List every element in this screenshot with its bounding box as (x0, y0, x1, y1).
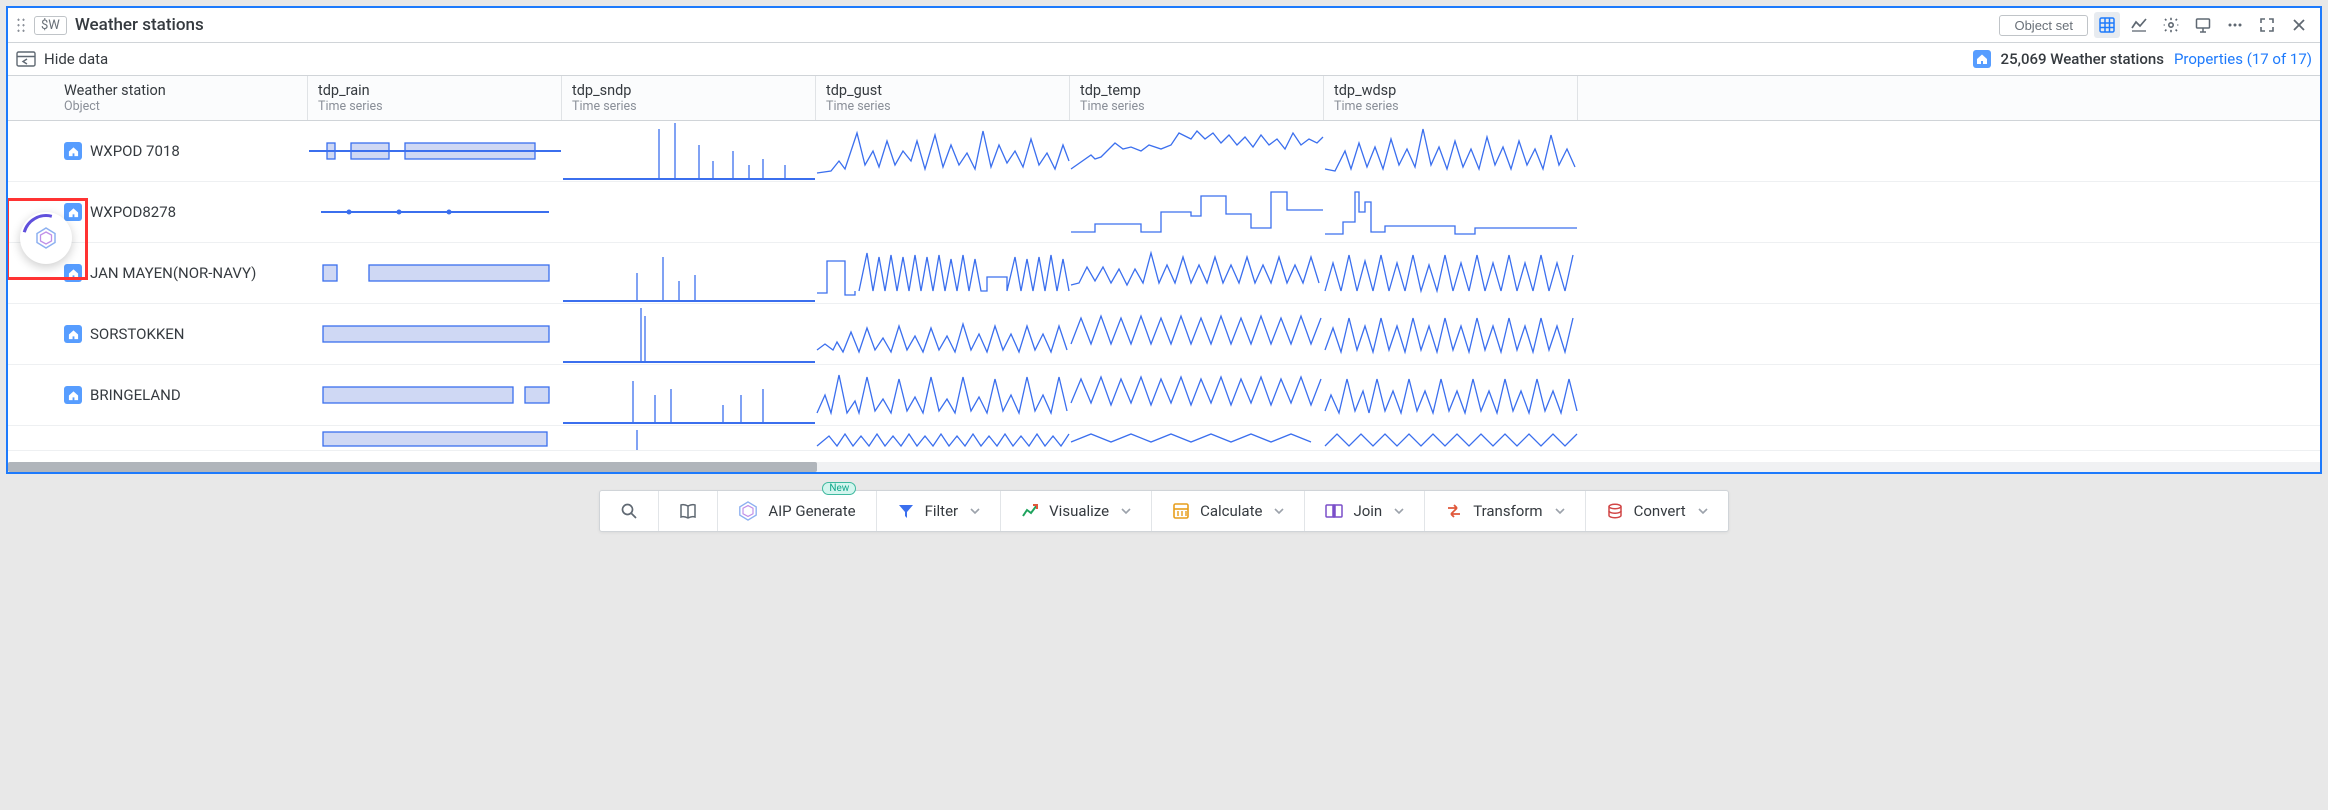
weather-stations-panel: $W Weather stations Object set (6, 6, 2322, 474)
properties-link[interactable]: Properties (17 of 17) (2174, 50, 2312, 68)
sparkline-wdsp (1324, 121, 1578, 181)
col-header-object[interactable]: Weather station Object (8, 76, 308, 120)
sparkline-rain (308, 304, 562, 364)
sparkline-temp (1070, 365, 1324, 425)
sparkline-gust (816, 304, 1070, 364)
row-name-cell: BRINGELAND (8, 365, 308, 425)
table-row[interactable]: JAN MAYEN(NOR-NAVY) (8, 243, 2320, 304)
sparkline-rain (308, 121, 562, 181)
sparkline-gust (816, 121, 1070, 181)
aip-icon (738, 501, 758, 521)
sparkline-gust (816, 426, 1070, 450)
sparkline-rain (308, 426, 562, 450)
row-name-cell: WXPOD 7018 (8, 121, 308, 181)
sparkline-sndp (562, 121, 816, 181)
col-header-sndp[interactable]: tdp_sndp Time series (562, 76, 816, 120)
chevron-down-icon (1274, 506, 1284, 516)
grid-view-icon[interactable] (2094, 12, 2120, 38)
home-icon (1973, 50, 1991, 68)
transform-icon (1445, 502, 1463, 520)
sparkline-wdsp (1324, 365, 1578, 425)
visualize-button[interactable]: Visualize (1001, 491, 1152, 531)
sparkline-gust (816, 182, 1070, 242)
action-toolbar: New AIP Generate Filter Visualize Calcul… (599, 490, 1728, 532)
sparkline-temp (1070, 182, 1324, 242)
object-count: 25,069 Weather stations (2001, 50, 2164, 68)
present-icon[interactable] (2190, 12, 2216, 38)
join-icon (1325, 502, 1343, 520)
book-button[interactable] (659, 491, 718, 531)
table-row[interactable] (8, 426, 2320, 451)
transform-button[interactable]: Transform (1425, 491, 1585, 531)
sparkline-wdsp (1324, 182, 1578, 242)
convert-icon (1606, 502, 1624, 520)
table-row[interactable]: WXPOD8278 (8, 182, 2320, 243)
chevron-down-icon (1698, 506, 1708, 516)
col-header-wdsp[interactable]: tdp_wdsp Time series (1324, 76, 1578, 120)
sparkline-rain (308, 243, 562, 303)
sparkline-gust (816, 365, 1070, 425)
aip-loading-badge[interactable] (14, 206, 78, 270)
calculate-icon (1172, 502, 1190, 520)
chart-view-icon[interactable] (2126, 12, 2152, 38)
sparkline-temp (1070, 121, 1324, 181)
sparkline-temp (1070, 243, 1324, 303)
chevron-down-icon (1394, 506, 1404, 516)
filter-button[interactable]: Filter (877, 491, 1002, 531)
chevron-down-icon (970, 506, 980, 516)
object-icon (64, 142, 82, 160)
object-set-button[interactable]: Object set (1999, 15, 2088, 36)
table-row[interactable]: BRINGELAND (8, 365, 2320, 426)
new-badge: New (822, 482, 856, 495)
column-headers: Weather station Object tdp_rain Time ser… (8, 76, 2320, 121)
chevron-down-icon (1121, 506, 1131, 516)
sparkline-gust (816, 243, 1070, 303)
settings-icon[interactable] (2158, 12, 2184, 38)
col-header-gust[interactable]: tdp_gust Time series (816, 76, 1070, 120)
search-icon (620, 502, 638, 520)
filter-icon (897, 502, 915, 520)
sparkline-sndp (562, 365, 816, 425)
book-icon (679, 502, 697, 520)
horizontal-scrollbar[interactable] (8, 462, 2320, 472)
visualize-icon (1021, 502, 1039, 520)
sparkline-temp (1070, 426, 1324, 450)
expand-icon[interactable] (2254, 12, 2280, 38)
table-row[interactable]: WXPOD 7018 (8, 121, 2320, 182)
hide-data-button[interactable]: Hide data (16, 50, 108, 68)
aip-generate-button[interactable]: New AIP Generate (718, 491, 876, 531)
data-grid: Weather station Object tdp_rain Time ser… (8, 76, 2320, 472)
sub-header: Hide data 25,069 Weather stations Proper… (8, 43, 2320, 76)
col-header-temp[interactable]: tdp_temp Time series (1070, 76, 1324, 120)
drag-handle-icon[interactable] (16, 17, 26, 33)
more-icon[interactable] (2222, 12, 2248, 38)
col-header-rain[interactable]: tdp_rain Time series (308, 76, 562, 120)
sparkline-sndp (562, 426, 816, 450)
title-bar: $W Weather stations Object set (8, 8, 2320, 43)
row-name-cell: SORSTOKKEN (8, 304, 308, 364)
calculate-button[interactable]: Calculate (1152, 491, 1305, 531)
sparkline-temp (1070, 304, 1324, 364)
sparkline-rain (308, 182, 562, 242)
chevron-down-icon (1555, 506, 1565, 516)
row-name-cell (8, 426, 308, 450)
collapse-icon (16, 51, 36, 67)
panel-title: Weather stations (75, 15, 1992, 35)
sparkline-rain (308, 365, 562, 425)
object-icon (64, 325, 82, 343)
convert-button[interactable]: Convert (1586, 491, 1728, 531)
sparkline-wdsp (1324, 304, 1578, 364)
object-icon (64, 386, 82, 404)
sparkline-sndp (562, 304, 816, 364)
join-button[interactable]: Join (1305, 491, 1425, 531)
table-rows: WXPOD 7018 WXPOD8278 (8, 121, 2320, 462)
sparkline-wdsp (1324, 243, 1578, 303)
sparkline-sndp (562, 182, 816, 242)
sparkline-wdsp (1324, 426, 1578, 450)
close-icon[interactable] (2286, 12, 2312, 38)
sparkline-sndp (562, 243, 816, 303)
search-button[interactable] (600, 491, 659, 531)
table-row[interactable]: SORSTOKKEN (8, 304, 2320, 365)
variable-chip[interactable]: $W (34, 16, 67, 35)
